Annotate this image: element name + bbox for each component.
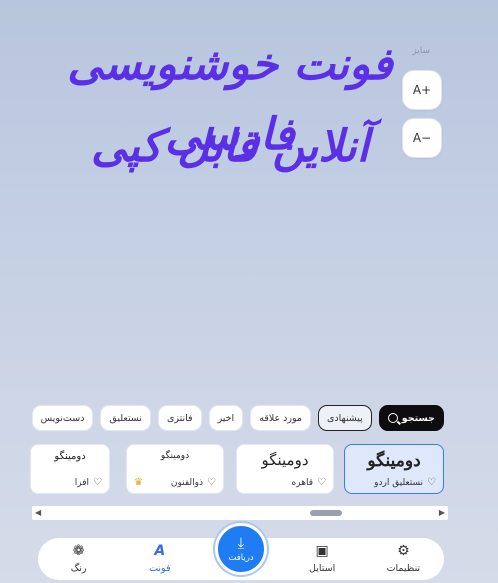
scroll-thumb[interactable]: [310, 510, 342, 516]
font-icon: A: [154, 543, 166, 559]
nav-style[interactable]: ▣ استایل: [287, 544, 357, 574]
download-label: دریافت: [228, 553, 254, 563]
filter-chip-fantasy[interactable]: فانتزی: [157, 405, 202, 431]
nav-color-label: رنگ: [70, 563, 87, 574]
nav-settings[interactable]: ⚙ تنظیمات: [368, 544, 438, 574]
nav-color[interactable]: ❁ رنگ: [44, 544, 114, 574]
font-sample: دومینگو: [367, 451, 421, 471]
horizontal-scrollbar[interactable]: ◀ ▶: [32, 506, 448, 520]
filter-chip-recent[interactable]: اخیر: [208, 405, 244, 431]
crown-icon: ♛: [134, 477, 143, 488]
filter-chip-nastaliq[interactable]: نستعلیق: [100, 405, 151, 431]
font-sample: دومینگو: [54, 451, 86, 462]
font-name: نستعلیق اردو: [374, 477, 424, 488]
search-icon: [387, 413, 398, 423]
filter-chip-suggested[interactable]: پیشنهادی: [318, 405, 372, 431]
increase-size-button[interactable]: A+: [402, 70, 442, 110]
filter-chips: جستجو پیشنهادی مورد علاقه اخیر فانتزی نس…: [31, 404, 444, 432]
download-button[interactable]: ⤓ دریافت: [215, 523, 267, 575]
size-label: سایز: [412, 46, 430, 56]
decrease-size-button[interactable]: A−: [402, 118, 442, 158]
heart-icon[interactable]: ♡: [427, 477, 436, 488]
font-card[interactable]: دومینگو ♡ نستعلیق اردو: [344, 444, 444, 494]
font-card[interactable]: دومینگو ♡ افرا: [30, 444, 110, 494]
font-card-list: دومینگو ♡ نستعلیق اردو دومینگو ♡ قاهره د…: [30, 444, 446, 496]
font-card[interactable]: دومینگو ♡ ذوالفنون ♛: [126, 444, 224, 494]
preview-text-line-2: آنلاین قابل کپی: [90, 121, 369, 172]
download-icon: ⤓: [237, 534, 245, 552]
heart-icon[interactable]: ♡: [93, 477, 102, 488]
palette-icon: ❁: [72, 543, 85, 559]
filter-chip-favorites[interactable]: مورد علاقه: [250, 405, 311, 431]
search-chip[interactable]: جستجو: [378, 405, 444, 431]
search-chip-label: جستجو: [401, 412, 435, 424]
font-sample: دومینگو: [261, 451, 309, 469]
nav-font-label: فونت: [149, 563, 171, 574]
heart-icon[interactable]: ♡: [207, 477, 216, 488]
font-name: قاهره: [291, 477, 314, 488]
scroll-left-icon[interactable]: ◀: [35, 508, 41, 517]
font-name: ذوالفنون: [170, 477, 204, 488]
scroll-right-icon[interactable]: ▶: [439, 508, 445, 517]
gear-icon: ⚙: [397, 543, 410, 559]
nav-font[interactable]: A فونت: [125, 544, 195, 574]
font-name: افرا: [74, 477, 90, 488]
nav-settings-label: تنظیمات: [386, 563, 421, 574]
heart-icon[interactable]: ♡: [317, 477, 326, 488]
font-sample: دومینگو: [160, 451, 190, 461]
style-icon: ▣: [315, 543, 329, 559]
nav-style-label: استایل: [309, 563, 336, 574]
filter-chip-handwritten[interactable]: دست‌نویس: [31, 405, 94, 431]
font-card[interactable]: دومینگو ♡ قاهره: [236, 444, 334, 494]
